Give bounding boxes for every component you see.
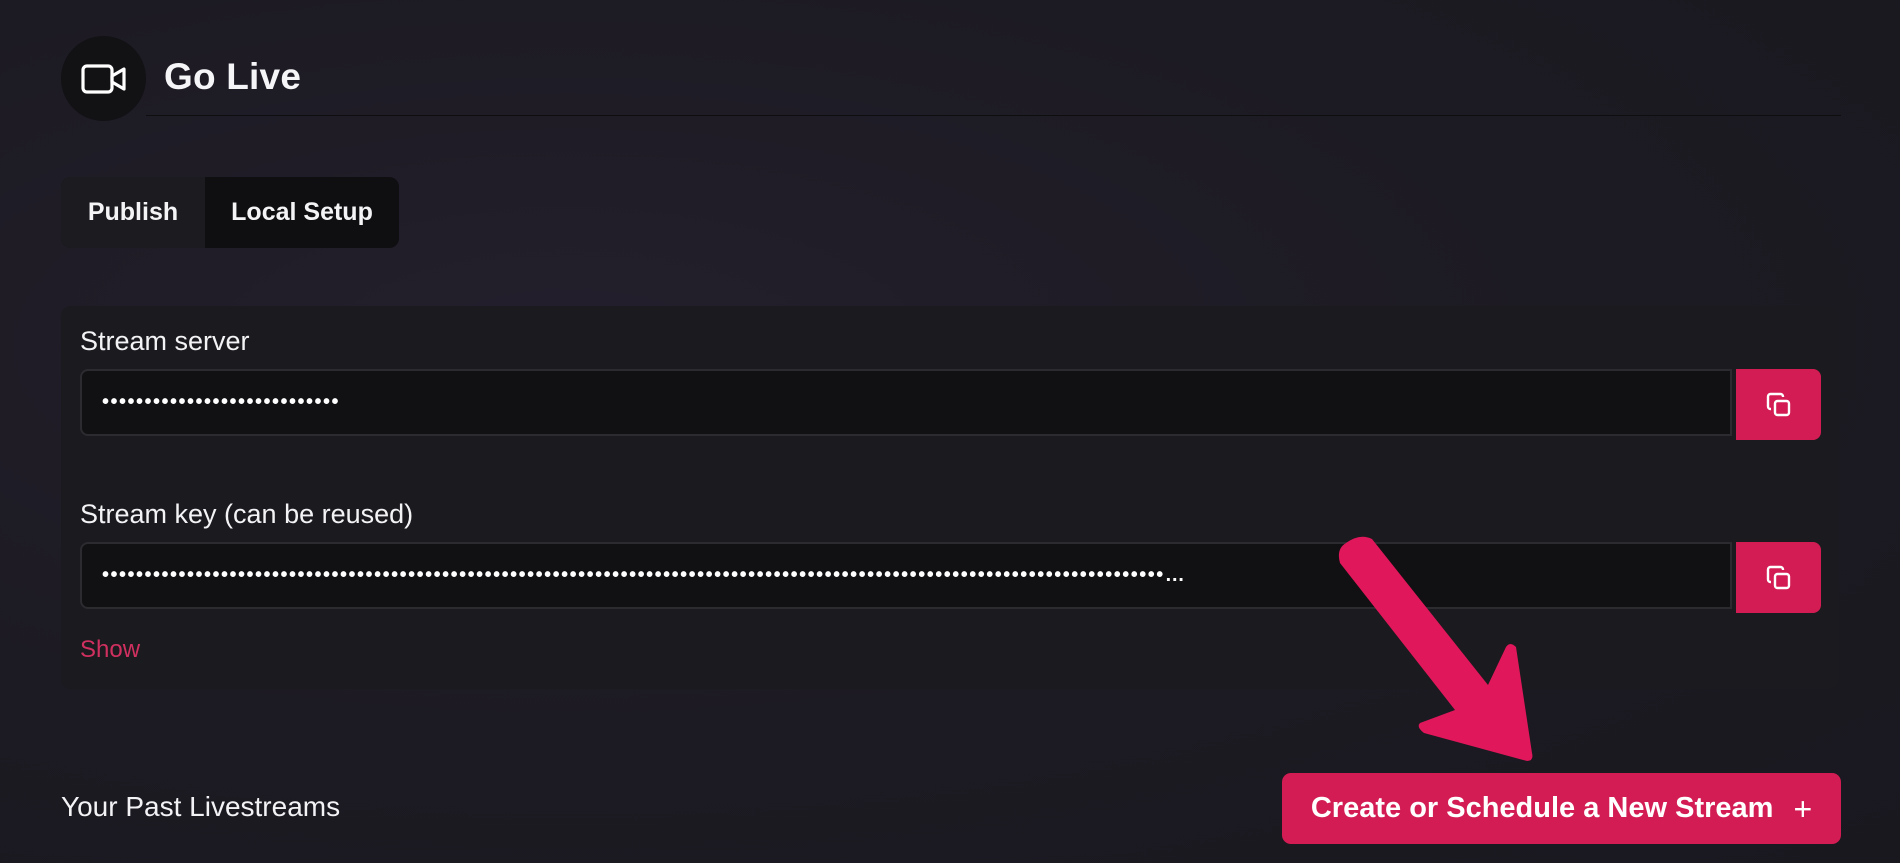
stream-key-row: ••••••••••••••••••••••••••••••••••••••••… [80, 542, 1821, 613]
stream-server-row: •••••••••••••••••••••••••••• [80, 369, 1821, 440]
tab-bar: Publish Local Setup [61, 177, 399, 248]
show-stream-key-link[interactable]: Show [80, 636, 140, 664]
page-header: Go Live [61, 36, 1841, 121]
copy-stream-server-button[interactable] [1736, 369, 1821, 440]
stream-key-input[interactable]: ••••••••••••••••••••••••••••••••••••••••… [80, 542, 1732, 609]
plus-icon: + [1793, 790, 1813, 827]
tab-publish[interactable]: Publish [61, 177, 205, 248]
video-camera-icon [61, 36, 146, 121]
stream-server-input[interactable]: •••••••••••••••••••••••••••• [80, 369, 1732, 436]
copy-icon [1766, 565, 1790, 589]
copy-icon [1766, 392, 1790, 416]
page-title: Go Live [164, 56, 302, 97]
tab-local-setup[interactable]: Local Setup [205, 177, 399, 248]
create-new-stream-button[interactable]: Create or Schedule a New Stream + [1282, 773, 1841, 844]
copy-stream-key-button[interactable] [1736, 542, 1821, 613]
stream-key-label: Stream key (can be reused) [80, 499, 414, 529]
stream-server-label: Stream server [80, 326, 250, 356]
past-livestreams-heading: Your Past Livestreams [61, 791, 341, 822]
stream-key-masked-value: ••••••••••••••••••••••••••••••••••••••••… [102, 564, 1187, 586]
header-divider [146, 115, 1841, 116]
stream-server-masked-value: •••••••••••••••••••••••••••• [102, 391, 341, 413]
stream-settings-card: Stream server ••••••••••••••••••••••••••… [61, 306, 1839, 689]
create-new-stream-label: Create or Schedule a New Stream [1310, 792, 1774, 824]
